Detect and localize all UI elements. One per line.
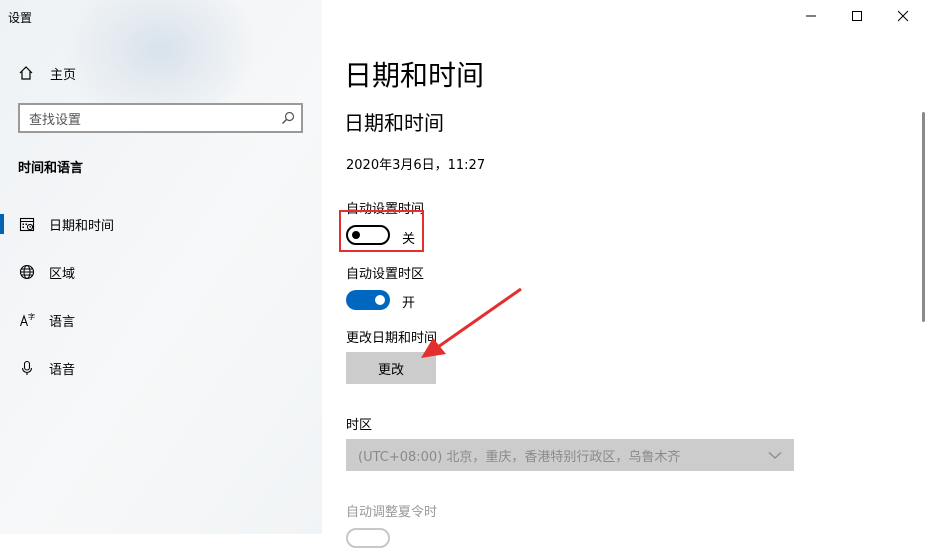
search-icon[interactable] <box>281 111 295 125</box>
timezone-select[interactable]: (UTC+08:00) 北京，重庆，香港特别行政区，乌鲁木齐 <box>346 439 794 471</box>
minimize-button[interactable] <box>788 0 834 32</box>
microphone-icon <box>21 360 33 375</box>
home-icon <box>19 66 33 80</box>
timezone-label: 时区 <box>346 418 373 433</box>
home-nav-item[interactable]: 主页 <box>18 63 76 83</box>
auto-timezone-label: 自动设置时区 <box>346 267 425 282</box>
sidebar-item-date-time[interactable]: 日期和时间 <box>0 208 322 240</box>
sidebar-item-language[interactable]: 字 语言 <box>0 304 322 336</box>
active-indicator <box>0 214 4 234</box>
sidebar-section-title: 时间和语言 <box>18 161 84 176</box>
maximize-icon <box>852 11 862 21</box>
change-button[interactable]: 更改 <box>346 352 436 384</box>
sidebar: 设置 主页 查找设置 时间和语言 日期和时间 区域 字 语言 语音 <box>0 0 322 534</box>
auto-timezone-state: 开 <box>402 296 416 311</box>
sidebar-item-label: 区域 <box>49 266 76 282</box>
dst-toggle[interactable] <box>346 528 390 548</box>
current-datetime: 2020年3月6日，11:27 <box>346 158 486 173</box>
svg-text:字: 字 <box>28 312 35 321</box>
annotation-highlight-box <box>339 210 424 252</box>
minimize-icon <box>806 15 816 17</box>
toggle-knob <box>375 295 385 305</box>
globe-icon <box>19 264 35 280</box>
calendar-icon <box>19 217 35 232</box>
sidebar-item-label: 语言 <box>49 314 76 330</box>
sidebar-item-speech[interactable]: 语音 <box>0 352 322 384</box>
chevron-down-icon <box>768 452 782 459</box>
auto-timezone-toggle[interactable] <box>346 290 390 310</box>
page-title: 日期和时间 <box>344 59 485 92</box>
language-icon: 字 <box>19 312 35 327</box>
section-title: 日期和时间 <box>344 111 444 135</box>
sidebar-item-region[interactable]: 区域 <box>0 256 322 288</box>
search-placeholder: 查找设置 <box>29 112 82 128</box>
home-label: 主页 <box>50 67 77 83</box>
main-content: 日期和时间 日期和时间 2020年3月6日，11:27 自动设置时间 关 自动设… <box>322 0 927 548</box>
dst-label: 自动调整夏令时 <box>346 505 438 520</box>
scrollbar[interactable] <box>922 112 925 322</box>
search-input[interactable]: 查找设置 <box>18 103 303 133</box>
maximize-button[interactable] <box>834 0 880 32</box>
timezone-value: (UTC+08:00) 北京，重庆，香港特别行政区，乌鲁木齐 <box>358 449 681 465</box>
close-icon <box>897 10 909 22</box>
close-button[interactable] <box>880 0 926 32</box>
sidebar-item-label: 日期和时间 <box>49 218 115 234</box>
window-title: 设置 <box>8 11 33 25</box>
sidebar-item-label: 语音 <box>49 362 76 378</box>
change-datetime-label: 更改日期和时间 <box>346 331 438 346</box>
